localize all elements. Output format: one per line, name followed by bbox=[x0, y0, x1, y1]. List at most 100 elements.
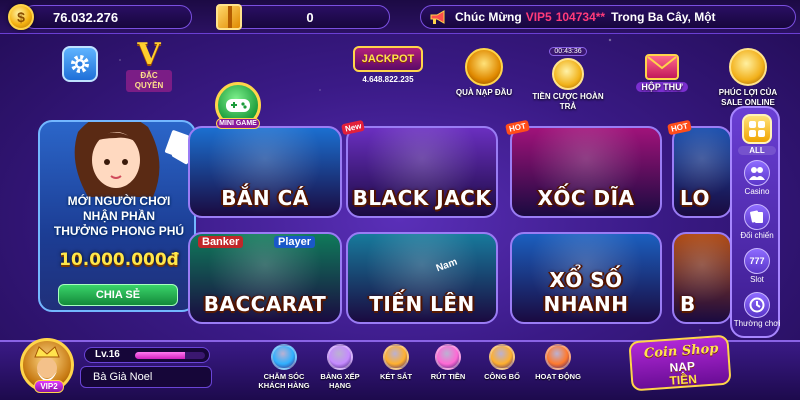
bet-rebate-label: TIỀN CƯỢC HOÀN TRẢ bbox=[532, 92, 604, 111]
bottom-menu-item-3[interactable]: RÚT TIỀN bbox=[420, 344, 476, 381]
category-all-label: ALL bbox=[738, 146, 776, 155]
banker-label: Banker bbox=[198, 236, 244, 248]
marquee-vip: VIP5 bbox=[525, 10, 552, 24]
game-tile-4[interactable]: BACCARAT Banker Player bbox=[188, 232, 342, 324]
bottom-menu-icon bbox=[435, 344, 461, 370]
game-tile-2[interactable]: HOT XỐC DĨA bbox=[505, 119, 662, 218]
game-title: LO bbox=[680, 186, 711, 210]
gift-box-icon bbox=[216, 4, 242, 30]
slot-777-icon: 777 bbox=[744, 248, 770, 274]
bottom-menu-item-4[interactable]: CÔNG BỐ bbox=[474, 344, 530, 381]
mailbox-label: HỘP THƯ bbox=[636, 82, 688, 92]
sale-online-benefit-label: PHÚC LỢI CỦA SALE ONLINE bbox=[718, 88, 778, 107]
minigame-button[interactable]: MINI GAME bbox=[214, 82, 262, 136]
username[interactable]: Bà Già Noel bbox=[80, 366, 212, 388]
category-pvp-label: Đối chiến bbox=[740, 231, 774, 240]
minigame-label: MINI GAME bbox=[216, 118, 260, 129]
category-pvp[interactable]: Đối chiến bbox=[732, 204, 782, 240]
bottom-menu-item-0[interactable]: CHĂM SÓC KHÁCH HÀNG bbox=[256, 344, 312, 390]
coin-shop-button[interactable]: Coin Shop NẠP TIỀN bbox=[618, 334, 736, 394]
game-title: BACCARAT bbox=[203, 292, 327, 316]
bottom-menu-label: RÚT TIỀN bbox=[430, 372, 466, 381]
category-casino[interactable]: Casino bbox=[732, 160, 782, 196]
category-frequent-label: Thường chơi bbox=[733, 319, 781, 328]
bottom-menu-label: CHĂM SÓC KHÁCH HÀNG bbox=[258, 372, 310, 390]
coin-bag-icon bbox=[729, 48, 767, 86]
bottom-menu-label: HOẠT ĐỘNG bbox=[535, 372, 581, 381]
gift-balance[interactable]: 0 bbox=[230, 5, 390, 29]
level-box: Lv.16 bbox=[84, 347, 210, 363]
mailbox-button[interactable]: HỘP THƯ bbox=[622, 40, 702, 92]
bottom-menu-item-2[interactable]: KÉT SẮT bbox=[368, 344, 424, 381]
bet-rebate-button[interactable]: 00:43:36 TIỀN CƯỢC HOÀN TRẢ bbox=[528, 40, 608, 112]
bottom-menu-icon bbox=[489, 344, 515, 370]
marquee-prefix: Chúc Mừng bbox=[455, 10, 522, 24]
bottom-menu-label: KÉT SẮT bbox=[379, 372, 413, 381]
piggy-icon bbox=[552, 58, 584, 90]
megaphone-icon bbox=[430, 10, 445, 24]
bottom-menu-icon bbox=[383, 344, 409, 370]
treasure-pot-icon bbox=[465, 48, 503, 86]
first-deposit-gift-label: QUÀ NẠP ĐẦU bbox=[455, 88, 513, 97]
game-title: XỔ SỐ NHANH bbox=[543, 268, 629, 316]
promo-line-2: NHẬN PHẦN bbox=[83, 209, 155, 223]
category-sidebar: ALL Casino Đối chiến 777 Slot Thường chơ… bbox=[730, 106, 780, 338]
coin-balance[interactable]: 76.032.276 bbox=[22, 5, 192, 29]
promo-text: MỚI NGƯỜI CHƠI NHẬN PHẦN THƯỞNG PHONG PH… bbox=[40, 194, 194, 239]
top-bar: 76.032.276 $ 0 Chúc Mừng VIP5 104734** T… bbox=[0, 0, 800, 34]
marquee-suffix: Trong Ba Cây, Một bbox=[611, 10, 716, 24]
game-tile-3[interactable]: HOT LO bbox=[667, 119, 732, 218]
category-frequent[interactable]: Thường chơi bbox=[732, 292, 782, 328]
bottom-menu-label: BẢNG XẾP HẠNG bbox=[320, 372, 360, 390]
marquee-user-id: 104734** bbox=[555, 10, 606, 24]
jackpot-value: 4.648.822.235 bbox=[362, 75, 414, 84]
game-tile-6[interactable]: XỔ SỐ NHANH bbox=[510, 232, 662, 324]
new-player-promo-banner[interactable]: MỚI NGƯỜI CHƠI NHẬN PHẦN THƯỞNG PHONG PH… bbox=[38, 120, 196, 312]
gift-balance-value: 0 bbox=[306, 9, 314, 25]
cards-icon bbox=[744, 204, 770, 230]
category-casino-label: Casino bbox=[744, 187, 770, 196]
category-slot[interactable]: 777 Slot bbox=[732, 248, 782, 284]
level-progress-bar bbox=[135, 352, 205, 359]
category-all[interactable]: ALL bbox=[732, 114, 782, 155]
privilege-button[interactable]: V ĐẶC QUYỀN bbox=[126, 40, 172, 92]
gear-icon bbox=[71, 55, 89, 73]
promo-line-3: THƯỞNG PHONG PHÚ bbox=[53, 224, 185, 238]
rebate-timer: 00:43:36 bbox=[549, 47, 587, 56]
mail-icon bbox=[645, 54, 679, 80]
promo-line-1: MỚI NGƯỜI CHƠI bbox=[67, 194, 171, 208]
bottom-menu-item-5[interactable]: HOẠT ĐỘNG bbox=[530, 344, 586, 381]
game-title: BẮN CÁ bbox=[221, 186, 309, 210]
category-slot-label: Slot bbox=[750, 275, 764, 284]
bottom-menu-icon bbox=[327, 344, 353, 370]
bottom-menu-icon bbox=[271, 344, 297, 370]
announcement-marquee: Chúc Mừng VIP5 104734** Trong Ba Cây, Mộ… bbox=[420, 5, 796, 29]
share-button[interactable]: CHIA SẺ bbox=[58, 284, 178, 306]
game-title: TIẾN LÊN bbox=[369, 292, 475, 316]
game-title: BLACK JACK bbox=[352, 186, 492, 210]
game-tile-5[interactable]: TIẾN LÊN Nam bbox=[346, 232, 498, 324]
player-label: Player bbox=[274, 236, 316, 248]
first-deposit-gift-button[interactable]: QUÀ NẠP ĐẦU bbox=[444, 40, 524, 98]
level-text: Lv.16 bbox=[95, 349, 120, 360]
grid-icon bbox=[742, 114, 772, 144]
bottom-menu-item-1[interactable]: BẢNG XẾP HẠNG bbox=[312, 344, 368, 390]
jackpot-widget[interactable]: JACKPOT 4.648.822.235 bbox=[348, 40, 428, 84]
coin-shop-sign: Coin Shop NẠP TIỀN bbox=[628, 334, 732, 392]
bottom-menu-icon bbox=[545, 344, 571, 370]
vip-crown-icon: V bbox=[137, 37, 161, 72]
game-title: XỐC DĨA bbox=[537, 186, 635, 210]
coin-icon: $ bbox=[8, 4, 34, 30]
game-tile-7[interactable]: B bbox=[672, 232, 732, 324]
jackpot-label: JACKPOT bbox=[353, 46, 423, 72]
sale-online-benefit-button[interactable]: PHÚC LỢI CỦA SALE ONLINE bbox=[708, 40, 788, 108]
vip-badge: VIP2 bbox=[34, 380, 64, 393]
game-tile-0[interactable]: BẮN CÁ bbox=[188, 126, 342, 218]
clock-icon bbox=[744, 292, 770, 318]
settings-button[interactable] bbox=[62, 46, 98, 82]
bottom-menu-label: CÔNG BỐ bbox=[484, 372, 520, 381]
game-tile-1[interactable]: New BLACK JACK bbox=[341, 119, 498, 218]
privilege-label: ĐẶC QUYỀN bbox=[126, 70, 172, 92]
level-progress-fill bbox=[135, 352, 186, 359]
promo-amount: 10.000.000đ bbox=[59, 250, 179, 270]
